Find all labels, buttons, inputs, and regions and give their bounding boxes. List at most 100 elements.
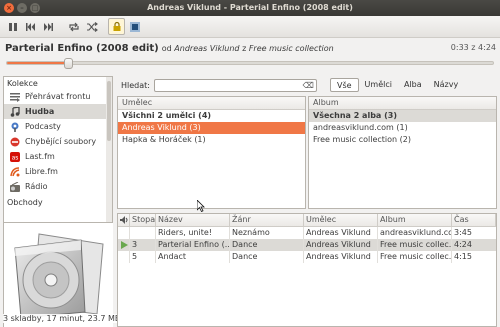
filter-albums-button[interactable]: Alba (398, 78, 428, 92)
shuffle-icon (86, 21, 98, 32)
track-number-cell: 5 (130, 251, 156, 263)
shuffle-button[interactable] (83, 18, 100, 35)
table-row[interactable]: 3 Parterial Enfino (... Dance Andreas Vi… (118, 239, 496, 251)
sidebar-item-label: Last.fm (25, 152, 55, 161)
visualization-button[interactable] (126, 18, 143, 35)
track-album-cell: Free music collec... (380, 251, 452, 263)
now-playing-from: od (161, 43, 172, 53)
previous-button[interactable] (22, 18, 39, 35)
window-title: Andreas Viklund - Parterial Enfino (2008… (147, 3, 353, 12)
sidebar: Kolekce Přehrávat frontu Hudba Podcasty … (3, 76, 113, 223)
sidebar-header-stores: Obchody (7, 198, 43, 207)
library-browser: Umělec Všichni 2 umělci (4) Andreas Vikl… (117, 96, 497, 209)
seek-handle[interactable] (63, 58, 73, 69)
sidebar-item-podcasts[interactable]: Podcasty (4, 119, 112, 134)
toolbar (0, 16, 500, 38)
column-header-track[interactable]: Stopa (130, 214, 156, 226)
volume-column-icon (118, 214, 130, 226)
album-row[interactable]: Všechna 2 alba (3) (309, 110, 496, 122)
column-header-genre[interactable]: Žánr (230, 214, 304, 226)
album-row[interactable]: andreasviklund.com (1) (309, 122, 496, 134)
now-playing-icon (118, 239, 130, 251)
sidebar-item-label: Přehrávat frontu (25, 92, 91, 101)
search-input[interactable]: ⌫ (153, 78, 317, 92)
radio-icon (9, 181, 20, 192)
pause-button[interactable] (4, 18, 21, 35)
track-album-cell: Free music collec... (380, 239, 452, 251)
column-header-time[interactable]: Čas (452, 214, 496, 226)
artist-row[interactable]: Všichni 2 umělci (4) (118, 110, 305, 122)
now-playing-artist: Andreas Viklund (174, 43, 240, 53)
sidebar-item-librefm[interactable]: Libre.fm (4, 164, 112, 179)
play-indicator-cell (118, 227, 130, 239)
sidebar-scroll-thumb[interactable] (107, 81, 111, 141)
sidebar-item-label: Rádio (25, 182, 48, 191)
track-artist-cell: Andreas Viklund (304, 251, 378, 263)
track-genre-cell: Dance (230, 239, 304, 251)
search-row: Hledat: ⌫ Vše Umělci Alba Názvy (117, 76, 497, 94)
column-header-title[interactable]: Název (156, 214, 230, 226)
table-row[interactable]: 5 Andact Dance Andreas Viklund Free musi… (118, 251, 496, 263)
lock-button[interactable] (108, 18, 125, 35)
repeat-button[interactable] (65, 18, 82, 35)
now-playing-bar: Parterial Enfino (2008 edit) od Andreas … (0, 38, 500, 58)
column-header-album[interactable]: Album (378, 214, 452, 226)
lastfm-icon: as (9, 151, 20, 162)
now-playing-title: Parterial Enfino (2008 edit) (5, 42, 159, 54)
sidebar-item-label: Podcasty (25, 122, 61, 131)
sidebar-item-play-queue[interactable]: Přehrávat frontu (4, 89, 112, 104)
track-list-header: Stopa Název Žánr Umělec Album Čas (118, 214, 496, 227)
now-playing-details: od Andreas Viklund z Free music collecti… (162, 44, 334, 53)
app-window: Parterial Enfino (2008 edit) od Andreas … (0, 16, 500, 327)
search-label: Hledat: (121, 80, 150, 90)
artist-row[interactable]: Hapka & Horáček (1) (118, 134, 305, 146)
next-icon (44, 22, 53, 31)
queue-icon (9, 91, 20, 102)
next-button[interactable] (40, 18, 57, 35)
track-genre-cell: Dance (230, 251, 304, 263)
podcast-icon (9, 121, 20, 132)
track-artist-cell: Andreas Viklund (304, 239, 378, 251)
seek-slider[interactable] (6, 58, 494, 69)
album-art (3, 223, 113, 327)
table-row[interactable]: Riders, unite! Neznámo Andreas Viklund a… (118, 227, 496, 239)
sidebar-scrollbar[interactable] (106, 77, 112, 222)
sidebar-item-label: Libre.fm (25, 167, 58, 176)
svg-text:as: as (11, 154, 18, 161)
music-icon (9, 106, 20, 117)
sidebar-item-music[interactable]: Hudba (4, 104, 112, 119)
title-bar: × – □ Andreas Viklund - Parterial Enfino… (0, 0, 500, 16)
cd-case-icon (13, 233, 104, 319)
sidebar-item-radio[interactable]: Rádio (4, 179, 112, 194)
column-header-artist[interactable]: Umělec (304, 214, 378, 226)
track-time-cell: 4:15 (454, 252, 472, 261)
track-genre-cell: Neznámo (230, 227, 304, 239)
track-list: Stopa Název Žánr Umělec Album Čas Riders… (117, 213, 497, 327)
artist-row[interactable]: Andreas Viklund (3) (118, 122, 305, 134)
filter-artists-button[interactable]: Umělci (359, 78, 398, 92)
pause-icon (8, 22, 17, 31)
now-playing-z: z (242, 43, 247, 53)
album-row[interactable]: Free music collection (2) (309, 134, 496, 146)
track-artist-cell: Andreas Viklund (304, 227, 378, 239)
filter-all-button[interactable]: Vše (329, 78, 359, 92)
sidebar-item-label: Chybějící soubory (25, 137, 97, 146)
sidebar-item-lastfm[interactable]: as Last.fm (4, 149, 112, 164)
track-title-cell: Andact (156, 251, 230, 263)
clear-search-icon[interactable]: ⌫ (303, 81, 314, 90)
previous-icon (26, 22, 35, 31)
missing-files-icon (9, 136, 20, 147)
librefm-icon (9, 166, 20, 177)
track-title-cell: Parterial Enfino (... (158, 239, 230, 251)
filter-titles-button[interactable]: Názvy (428, 78, 465, 92)
toolbar-separator (101, 18, 107, 35)
album-column-header[interactable]: Album (309, 97, 496, 110)
sidebar-header-collection: Kolekce (7, 79, 38, 88)
track-album-cell: andreasviklund.com (378, 227, 452, 239)
sidebar-item-missing-files[interactable]: Chybějící soubory (4, 134, 112, 149)
track-time-cell: 3:45 (454, 228, 472, 237)
toolbar-separator (58, 18, 64, 35)
seek-progress (7, 62, 68, 64)
artist-column-header[interactable]: Umělec (118, 97, 305, 110)
play-indicator-cell (118, 251, 130, 263)
